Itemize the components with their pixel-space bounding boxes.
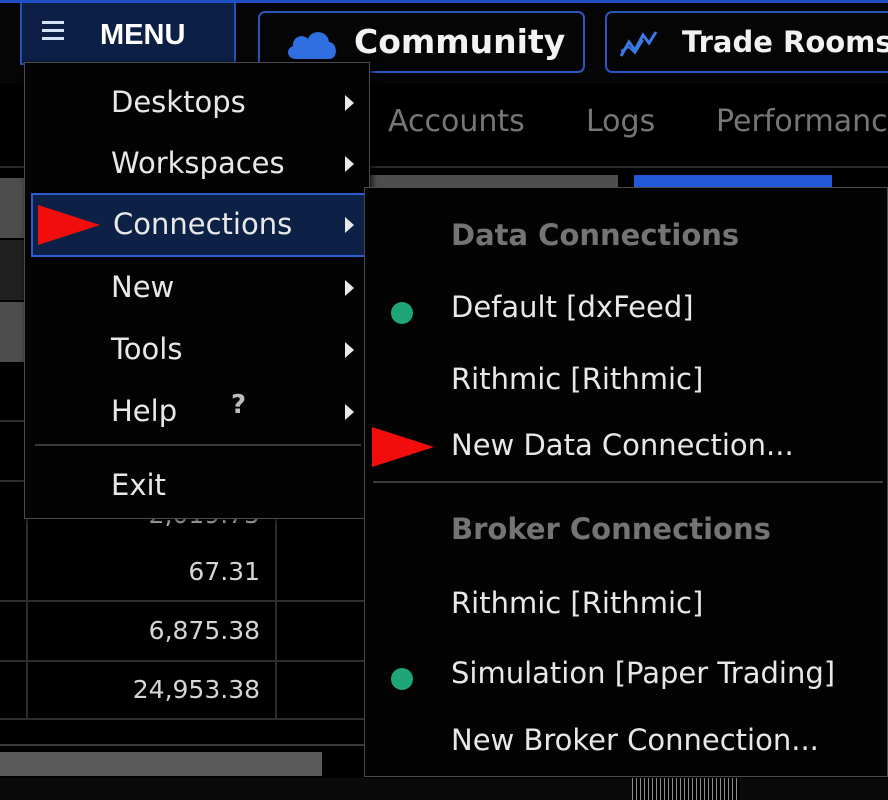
new-broker-connection-item[interactable]: New Broker Connection... [365, 715, 888, 771]
data-connection-default[interactable]: Default [dxFeed] [365, 282, 888, 338]
submenu-arrow-icon [345, 342, 354, 358]
pointer-arrow-icon [372, 427, 434, 467]
table-cell-value: 24,953.38 [132, 675, 260, 704]
grid-line [0, 420, 24, 422]
submenu-arrow-icon [345, 217, 354, 233]
submenu-arrow-icon [345, 404, 354, 420]
connected-status-icon [391, 668, 413, 690]
menu-item-tools[interactable]: Tools [25, 320, 371, 380]
grid-line [0, 480, 24, 482]
connections-submenu: Data Connections Default [dxFeed] Rithmi… [364, 187, 888, 777]
table-cell-value: 6,875.38 [148, 616, 260, 645]
new-data-connection-item[interactable]: New Data Connection... [365, 420, 888, 476]
menu-item-workspaces[interactable]: Workspaces [25, 134, 371, 194]
table-cell-value: 67.31 [188, 557, 260, 586]
row-header [0, 302, 24, 362]
menu-item-exit[interactable]: Exit [25, 456, 371, 516]
grid-line [275, 518, 277, 718]
tab-accounts[interactable]: Accounts [388, 104, 525, 139]
grid-line [26, 518, 28, 718]
menu-button-label: MENU [100, 19, 186, 51]
connection-label: New Data Connection... [451, 428, 794, 462]
grid-line [0, 600, 364, 602]
menu-item-label: Desktops [111, 85, 246, 119]
menu-separator [35, 444, 361, 446]
pointer-arrow-icon [38, 205, 100, 245]
data-connection-rithmic[interactable]: Rithmic [Rithmic] [365, 354, 888, 410]
submenu-arrow-icon [345, 156, 354, 172]
connection-label: Simulation [Paper Trading] [451, 656, 836, 690]
tab-performance[interactable]: Performanc [716, 104, 888, 139]
cloud-icon [287, 32, 336, 59]
hamburger-icon [42, 21, 64, 41]
data-connections-header: Data Connections [451, 218, 740, 252]
menu-item-label: Tools [111, 332, 183, 366]
connection-label: Rithmic [Rithmic] [451, 362, 704, 396]
trade-rooms-label: Trade Rooms [682, 25, 888, 59]
connected-status-icon [391, 302, 413, 324]
mini-chart [632, 778, 740, 800]
grid-line [0, 660, 364, 662]
menu-item-desktops[interactable]: Desktops [25, 73, 371, 133]
menu-separator [373, 481, 883, 483]
row-header [0, 240, 24, 300]
horizontal-scrollbar[interactable] [0, 752, 322, 776]
submenu-arrow-icon [345, 95, 354, 111]
grid-line [0, 718, 364, 720]
main-menu: Desktops Workspaces Connections New Tool… [24, 62, 389, 519]
menu-item-help[interactable]: Help ? [25, 382, 371, 442]
tab-logs[interactable]: Logs [586, 104, 655, 139]
help-question-icon: ? [231, 390, 247, 420]
broker-connections-header: Broker Connections [451, 512, 771, 546]
community-label: Community [354, 22, 566, 61]
broker-connection-rithmic[interactable]: Rithmic [Rithmic] [365, 578, 888, 634]
menu-item-label: Exit [111, 468, 166, 502]
trend-chart-icon [619, 31, 658, 57]
menu-item-label: Workspaces [111, 146, 285, 180]
menu-item-label: New [111, 270, 175, 304]
connection-label: Rithmic [Rithmic] [451, 586, 704, 620]
menu-item-label: Connections [113, 207, 293, 241]
menu-button[interactable]: MENU [20, 3, 236, 65]
status-strip [0, 778, 888, 800]
trade-rooms-button[interactable]: Trade Rooms [605, 11, 888, 73]
menu-item-label: Help [111, 394, 178, 428]
submenu-arrow-icon [345, 280, 354, 296]
grid-line [0, 744, 364, 746]
connection-label: Default [dxFeed] [451, 290, 694, 324]
broker-connection-simulation[interactable]: Simulation [Paper Trading] [365, 648, 888, 704]
connection-label: New Broker Connection... [451, 723, 819, 757]
menu-item-new[interactable]: New [25, 258, 371, 318]
row-header [0, 178, 24, 238]
